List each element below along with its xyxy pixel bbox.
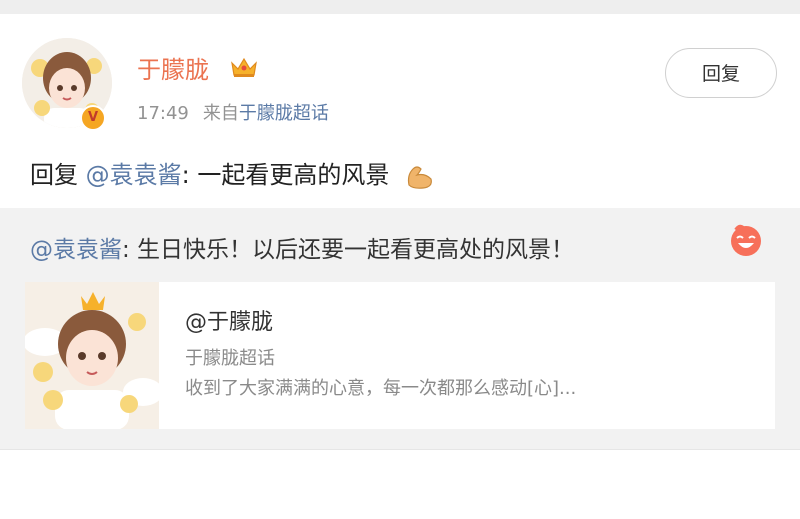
card-title: @于朦胧 [185, 310, 274, 335]
post-time: 17:49 [137, 103, 189, 124]
blank-area [0, 450, 800, 519]
verified-badge-icon: V [80, 105, 106, 131]
card-illustration [25, 282, 159, 429]
author-name[interactable]: 于朦胧 [137, 50, 209, 85]
post-body: : 一起看更高的风景 [181, 161, 390, 189]
crown-icon [231, 57, 257, 77]
reply-button[interactable]: 回复 [665, 48, 777, 98]
source-prefix: 来自 [202, 103, 239, 124]
source-link[interactable]: 于朦胧超话 [239, 103, 329, 124]
post-meta: 17:49 来自于朦胧超话 [137, 99, 329, 125]
card-description: 收到了大家满满的心意，每一次都那么感动[心]... [185, 378, 577, 399]
flexed-biceps-emoji [407, 166, 432, 189]
laughing-face-emoji [731, 224, 761, 256]
mention-link[interactable]: @袁袁酱 [86, 161, 182, 189]
link-card[interactable]: @于朦胧 于朦胧超话 收到了大家满满的心意，每一次都那么感动[心]... [25, 282, 775, 429]
post-text: 回复 @袁袁酱: 一起看更高的风景 [30, 155, 437, 191]
quoted-body: : 生日快乐！以后还要一起看更高处的风景！ [122, 237, 575, 263]
card-thumbnail [25, 282, 159, 429]
card-subtitle: 于朦胧超话 [185, 348, 275, 369]
top-separator [0, 0, 800, 14]
quoted-post[interactable]: @袁袁酱: 生日快乐！以后还要一起看更高处的风景！ @于朦胧 于朦胧超话 收到了… [0, 208, 800, 449]
reply-prefix: 回复 [30, 161, 78, 189]
quoted-mention-link[interactable]: @袁袁酱 [30, 237, 122, 263]
quoted-text: @袁袁酱: 生日快乐！以后还要一起看更高处的风景！ [30, 230, 574, 264]
